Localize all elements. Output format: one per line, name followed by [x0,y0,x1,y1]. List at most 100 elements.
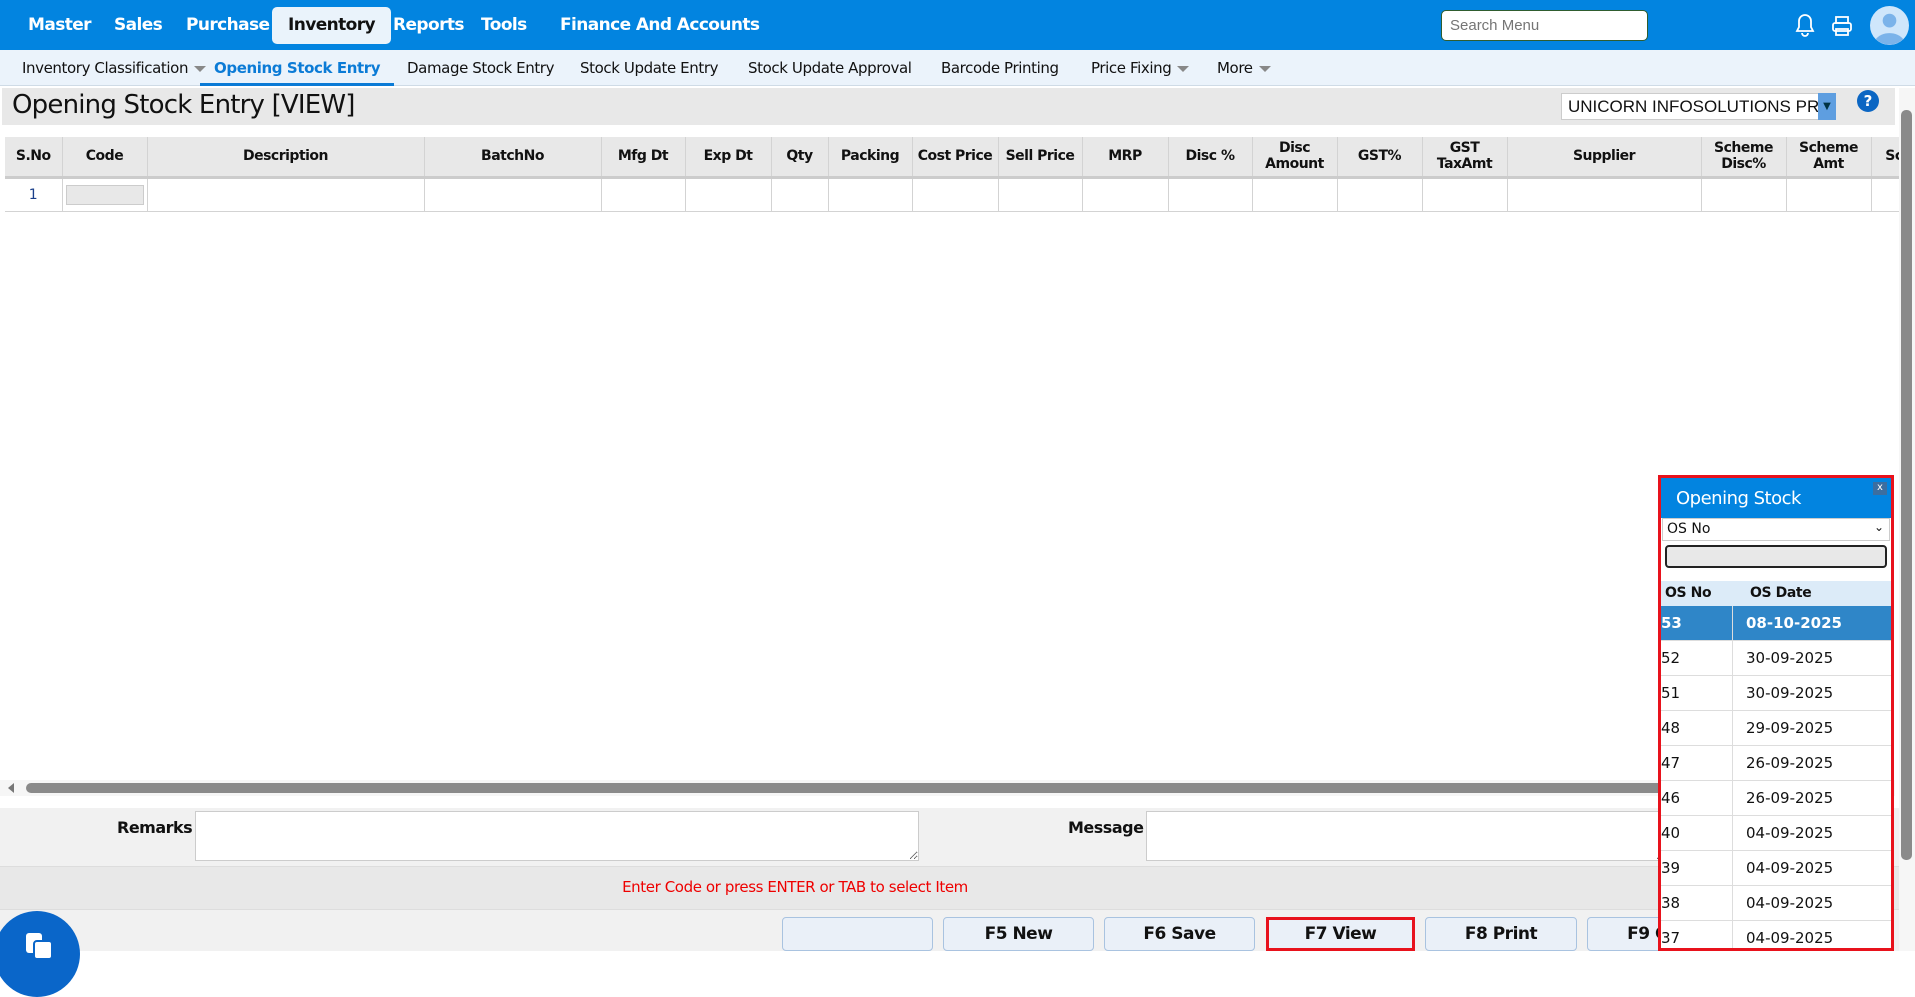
popup-column-header: OS No OS Date [1661,581,1891,606]
grid-cell[interactable] [1786,177,1872,212]
os-no: 47 [1661,746,1733,780]
remarks-input[interactable] [195,811,919,861]
table-row[interactable]: 1 [5,177,1915,212]
subnav-label: Stock Update Entry [580,59,719,77]
button-f5-new[interactable]: F5 New [943,917,1094,951]
column-header: MRP [1082,137,1169,179]
os-date: 26-09-2025 [1746,789,1834,807]
vertical-scroll-thumb[interactable] [1901,110,1912,860]
popup-list-item[interactable]: 40 04-09-2025 [1661,816,1891,851]
os-no: 37 [1661,921,1733,948]
grid-cell[interactable] [1168,177,1253,212]
subnav-stock-update-approval[interactable]: Stock Update Approval [748,50,912,86]
button-f8-print[interactable]: F8 Print [1425,917,1577,951]
chat-button[interactable] [0,911,80,997]
bell-icon[interactable] [1794,13,1816,37]
message-input[interactable] [1146,811,1666,861]
scroll-left-icon[interactable] [8,783,14,793]
column-header: Description [147,137,425,179]
page-title: Opening Stock Entry [VIEW] [12,90,355,120]
close-icon[interactable]: x [1873,482,1887,495]
grid-cell[interactable] [1422,177,1508,212]
popup-list-item[interactable]: 46 26-09-2025 [1661,781,1891,816]
subnav-damage-stock-entry[interactable]: Damage Stock Entry [407,50,554,86]
popup-list-item[interactable]: 51 30-09-2025 [1661,676,1891,711]
column-header: BatchNo [424,137,602,179]
os-date: 08-10-2025 [1746,614,1842,632]
subnav-price-fixing[interactable]: Price Fixing [1091,50,1190,86]
popup-list-item[interactable]: 53 08-10-2025 [1661,606,1891,641]
message-label: Message [1068,818,1144,837]
code-cell[interactable] [62,177,148,212]
company-select[interactable]: UNICORN INFOSOLUTIONS PR [1561,93,1836,120]
grid-cell[interactable] [1507,177,1702,212]
col-os-no: OS No [1665,585,1712,601]
grid-cell[interactable] [1082,177,1169,212]
col-os-date: OS Date [1750,585,1812,601]
subnav-label: Price Fixing [1091,59,1172,77]
grid-cell[interactable] [912,177,999,212]
popup-list-item[interactable]: 52 30-09-2025 [1661,641,1891,676]
nav-sales[interactable]: Sales [98,7,178,44]
grid-cell[interactable] [771,177,829,212]
button-f6-save[interactable]: F6 Save [1104,917,1255,951]
filter-select[interactable]: OS No ⌄ [1662,518,1890,541]
avatar[interactable] [1870,6,1909,45]
column-header: Qty [771,137,829,179]
popup-list-item[interactable]: 37 04-09-2025 [1661,921,1891,948]
subnav-label: Damage Stock Entry [407,59,555,77]
grid-cell[interactable] [1252,177,1338,212]
column-header: Disc Amount [1252,137,1338,179]
os-date: 29-09-2025 [1746,719,1834,737]
nav-finance-and-accounts[interactable]: Finance And Accounts [544,7,775,44]
nav-inventory[interactable]: Inventory [272,7,392,44]
nav-purchase[interactable]: Purchase [170,7,285,44]
popup-search-input[interactable] [1665,545,1887,568]
sub-nav: Inventory Classification Opening Stock En… [0,50,1915,86]
os-date: 04-09-2025 [1746,859,1834,877]
grid-cell[interactable] [828,177,913,212]
popup-list-item[interactable]: 47 26-09-2025 [1661,746,1891,781]
column-header: GST TaxAmt [1422,137,1508,179]
subnav-opening-stock-entry[interactable]: Opening Stock Entry [200,50,395,86]
remarks-label: Remarks [117,818,193,837]
popup-list-item[interactable]: 38 04-09-2025 [1661,886,1891,921]
chevron-down-icon[interactable]: ▼ [1818,93,1836,120]
grid-cell[interactable] [685,177,772,212]
os-date: 26-09-2025 [1746,754,1834,772]
code-input[interactable] [65,184,144,205]
search-menu-input[interactable] [1441,10,1648,41]
os-no: 53 [1661,606,1733,640]
subnav-inventory-classification[interactable]: Inventory Classification [22,50,207,86]
column-header: Sell Price [998,137,1083,179]
os-no: 38 [1661,886,1733,920]
nav-tools[interactable]: Tools [465,7,543,44]
help-icon[interactable]: ? [1857,90,1879,112]
os-date: 04-09-2025 [1746,929,1834,947]
subnav-label: Opening Stock Entry [214,59,381,77]
printer-icon[interactable] [1831,15,1853,37]
column-header: Cost Price [912,137,999,179]
button-f7-view[interactable]: F7 View [1266,917,1415,951]
horizontal-scroll-thumb[interactable] [26,783,1666,793]
grid-cell[interactable] [147,177,425,212]
subnav-stock-update-entry[interactable]: Stock Update Entry [580,50,718,86]
grid-cell[interactable] [998,177,1083,212]
status-message: Enter Code or press ENTER or TAB to sele… [622,878,968,896]
grid-cell[interactable] [424,177,602,212]
subnav-barcode-printing[interactable]: Barcode Printing [941,50,1059,86]
filter-value: OS No [1667,521,1711,537]
nav-master[interactable]: Master [12,7,107,44]
os-date: 04-09-2025 [1746,894,1834,912]
os-date: 04-09-2025 [1746,824,1834,842]
grid-cell[interactable] [1701,177,1787,212]
popup-list-item[interactable]: 48 29-09-2025 [1661,711,1891,746]
grid-cell[interactable] [1337,177,1423,212]
subnav-label: More [1217,59,1253,77]
os-no: 46 [1661,781,1733,815]
popup-list-item[interactable]: 39 04-09-2025 [1661,851,1891,886]
grid-cell[interactable] [601,177,686,212]
subnav-more[interactable]: More [1217,50,1271,86]
button-blank[interactable] [782,917,933,951]
os-no: 39 [1661,851,1733,885]
